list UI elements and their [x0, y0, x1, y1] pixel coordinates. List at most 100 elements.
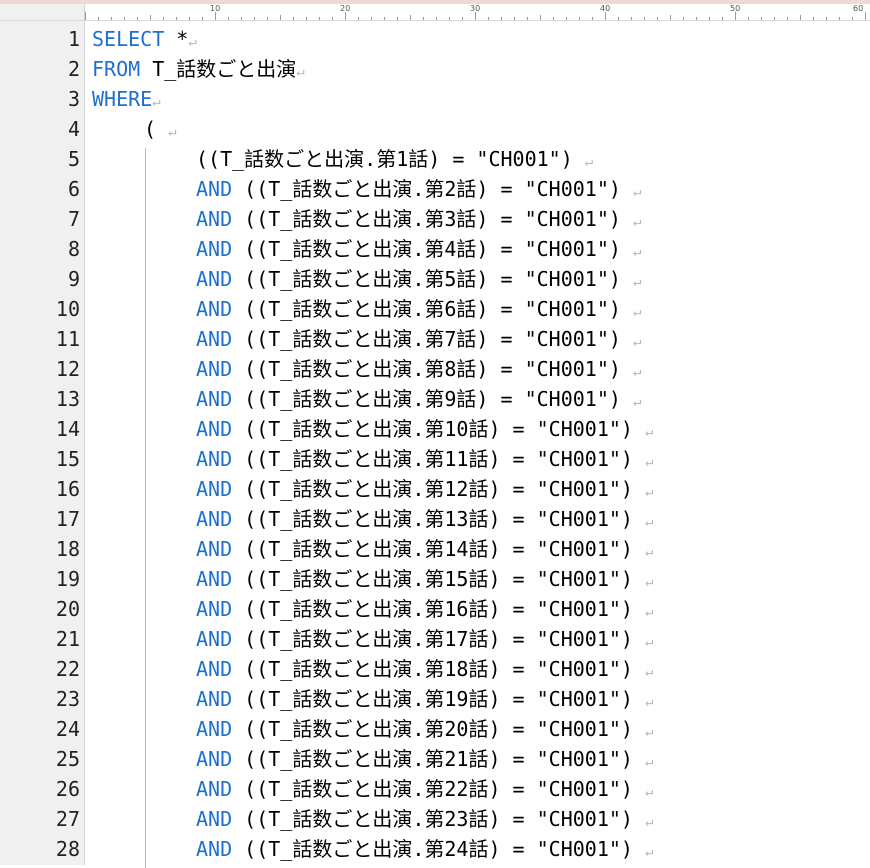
code-line[interactable]: 2 FROM T_話数ごと出演↵	[0, 54, 870, 84]
ruler-tick	[111, 17, 112, 20]
code-line[interactable]: 4 ( ↵	[0, 114, 870, 144]
ruler-tick	[527, 17, 528, 20]
code-line[interactable]: 1 SELECT *↵	[0, 24, 870, 54]
code-line[interactable]: 21 AND ((T_話数ごと出演.第17話) = "CH001") ↵	[0, 624, 870, 654]
sql-keyword: SELECT	[92, 27, 165, 51]
code-line[interactable]: 5 ((T_話数ごと出演.第1話) = "CH001") ↵	[0, 144, 870, 174]
newline-marker-icon: ↵	[632, 214, 642, 230]
indent-guide	[145, 148, 146, 868]
newline-marker-icon: ↵	[632, 244, 642, 260]
sql-keyword: AND	[196, 597, 233, 621]
ruler-tick	[358, 17, 359, 20]
code-line[interactable]: 26 AND ((T_話数ごと出演.第22話) = "CH001") ↵	[0, 774, 870, 804]
code-editor[interactable]: 1 SELECT *↵ 2 FROM T_話数ごと出演↵ 3 WHERE↵ 4( ↵ 5 ((T…	[0, 24, 870, 868]
ruler-label: 50	[730, 4, 741, 13]
ruler-label: 30	[470, 4, 481, 13]
ruler-tick	[865, 12, 866, 20]
ruler-tick	[774, 17, 775, 20]
line-number: 18	[55, 537, 80, 561]
code-line[interactable]: 12 AND ((T_話数ごと出演.第8話) = "CH001") ↵	[0, 354, 870, 384]
code-text: ( ↵	[144, 114, 177, 147]
sql-keyword: AND	[196, 747, 233, 771]
code-line[interactable]: 8 AND ((T_話数ごと出演.第4話) = "CH001") ↵	[0, 234, 870, 264]
ruler-tick	[579, 17, 580, 20]
ruler-tick	[722, 17, 723, 20]
code-line[interactable]: 13 AND ((T_話数ごと出演.第9話) = "CH001") ↵	[0, 384, 870, 414]
code-line[interactable]: 24 AND ((T_話数ごと出演.第20話) = "CH001") ↵	[0, 714, 870, 744]
code-token: ((T_話数ごと出演.第12話) = "CH001")	[232, 477, 645, 501]
newline-marker-icon: ↵	[632, 304, 642, 320]
code-line[interactable]: 22 AND ((T_話数ごと出演.第18話) = "CH001") ↵	[0, 654, 870, 684]
code-text: AND ((T_話数ごと出演.第14話) = "CH001") ↵	[196, 534, 653, 567]
code-token: ((T_話数ごと出演.第11話) = "CH001")	[232, 447, 645, 471]
sql-keyword: AND	[196, 447, 233, 471]
ruler-tick	[449, 17, 450, 20]
code-text: AND ((T_話数ごと出演.第16話) = "CH001") ↵	[196, 594, 653, 627]
code-line[interactable]: 14 AND ((T_話数ごと出演.第10話) = "CH001") ↵	[0, 414, 870, 444]
code-text: AND ((T_話数ごと出演.第5話) = "CH001") ↵	[196, 264, 641, 297]
ruler-tick	[228, 17, 229, 20]
code-line[interactable]: 7 AND ((T_話数ごと出演.第3話) = "CH001") ↵	[0, 204, 870, 234]
sql-keyword: FROM	[92, 57, 141, 81]
code-line[interactable]: 18 AND ((T_話数ごと出演.第14話) = "CH001") ↵	[0, 534, 870, 564]
code-line[interactable]: 15 AND ((T_話数ごと出演.第11話) = "CH001") ↵	[0, 444, 870, 474]
newline-marker-icon: ↵	[645, 424, 654, 440]
ruler-tick	[683, 17, 684, 20]
newline-marker-icon: ↵	[645, 574, 654, 590]
ruler-tick	[384, 17, 385, 20]
ruler-tick	[514, 17, 515, 20]
sql-keyword: AND	[196, 207, 233, 231]
code-token: ((T_話数ごと出演.第24話) = "CH001")	[232, 837, 645, 861]
code-line[interactable]: 10 AND ((T_話数ごと出演.第6話) = "CH001") ↵	[0, 294, 870, 324]
code-token: ((T_話数ごと出演.第21話) = "CH001")	[232, 747, 645, 771]
code-token: ((T_話数ごと出演.第3話) = "CH001")	[232, 207, 633, 231]
code-token: ((T_話数ごと出演.第15話) = "CH001")	[232, 567, 645, 591]
code-token: ((T_話数ごと出演.第20話) = "CH001")	[232, 717, 645, 741]
code-line[interactable]: 27 AND ((T_話数ごと出演.第23話) = "CH001") ↵	[0, 804, 870, 834]
ruler-tick	[319, 17, 320, 20]
code-line[interactable]: 9 AND ((T_話数ごと出演.第5話) = "CH001") ↵	[0, 264, 870, 294]
line-number: 8	[67, 237, 80, 261]
code-text: AND ((T_話数ごと出演.第11話) = "CH001") ↵	[196, 444, 653, 477]
sql-keyword: AND	[196, 777, 233, 801]
ruler-label: 60	[853, 4, 864, 13]
code-text: AND ((T_話数ごと出演.第17話) = "CH001") ↵	[196, 624, 653, 657]
code-line[interactable]: 3 WHERE↵	[0, 84, 870, 114]
code-token: ((T_話数ごと出演.第19話) = "CH001")	[232, 687, 645, 711]
code-text: AND ((T_話数ごと出演.第3話) = "CH001") ↵	[196, 204, 641, 237]
code-line[interactable]: 25 AND ((T_話数ごと出演.第21話) = "CH001") ↵	[0, 744, 870, 774]
code-line[interactable]: 16 AND ((T_話数ごと出演.第12話) = "CH001") ↵	[0, 474, 870, 504]
sql-keyword: AND	[196, 657, 233, 681]
code-text: AND ((T_話数ごと出演.第2話) = "CH001") ↵	[196, 174, 641, 207]
ruler-tick	[306, 17, 307, 20]
code-line[interactable]: 28 AND ((T_話数ごと出演.第24話) = "CH001") ↵	[0, 834, 870, 864]
ruler-tick	[423, 17, 424, 20]
ruler-tick	[202, 17, 203, 20]
code-line[interactable]: 17 AND ((T_話数ごと出演.第13話) = "CH001") ↵	[0, 504, 870, 534]
ruler-tick	[852, 17, 853, 20]
line-number: 22	[55, 657, 80, 681]
code-line[interactable]: 19 AND ((T_話数ごと出演.第15話) = "CH001") ↵	[0, 564, 870, 594]
code-line[interactable]: 20 AND ((T_話数ごと出演.第16話) = "CH001") ↵	[0, 594, 870, 624]
code-line[interactable]: 11 AND ((T_話数ごと出演.第7話) = "CH001") ↵	[0, 324, 870, 354]
line-number: 17	[55, 507, 80, 531]
ruler-tick	[345, 12, 346, 20]
line-number: 1	[67, 27, 80, 51]
ruler-tick	[826, 17, 827, 20]
newline-marker-icon: ↵	[152, 94, 161, 110]
ruler-tick	[631, 17, 632, 20]
line-number: 15	[55, 447, 80, 471]
code-token: ((T_話数ごと出演.第23話) = "CH001")	[232, 807, 645, 831]
code-token: ((T_話数ごと出演.第22話) = "CH001")	[232, 777, 645, 801]
code-token: ((T_話数ごと出演.第18話) = "CH001")	[232, 657, 645, 681]
code-text: AND ((T_話数ごと出演.第15話) = "CH001") ↵	[196, 564, 653, 597]
sql-keyword: WHERE	[92, 87, 153, 111]
ruler-tick	[85, 12, 86, 20]
ruler-tick	[397, 17, 398, 20]
code-line[interactable]: 6 AND ((T_話数ごと出演.第2話) = "CH001") ↵	[0, 174, 870, 204]
ruler-tick	[657, 17, 658, 20]
code-line[interactable]: 23 AND ((T_話数ごと出演.第19話) = "CH001") ↵	[0, 684, 870, 714]
code-token: ((T_話数ごと出演.第10話) = "CH001")	[232, 417, 645, 441]
newline-marker-icon: ↵	[645, 634, 654, 650]
line-number: 27	[55, 807, 80, 831]
